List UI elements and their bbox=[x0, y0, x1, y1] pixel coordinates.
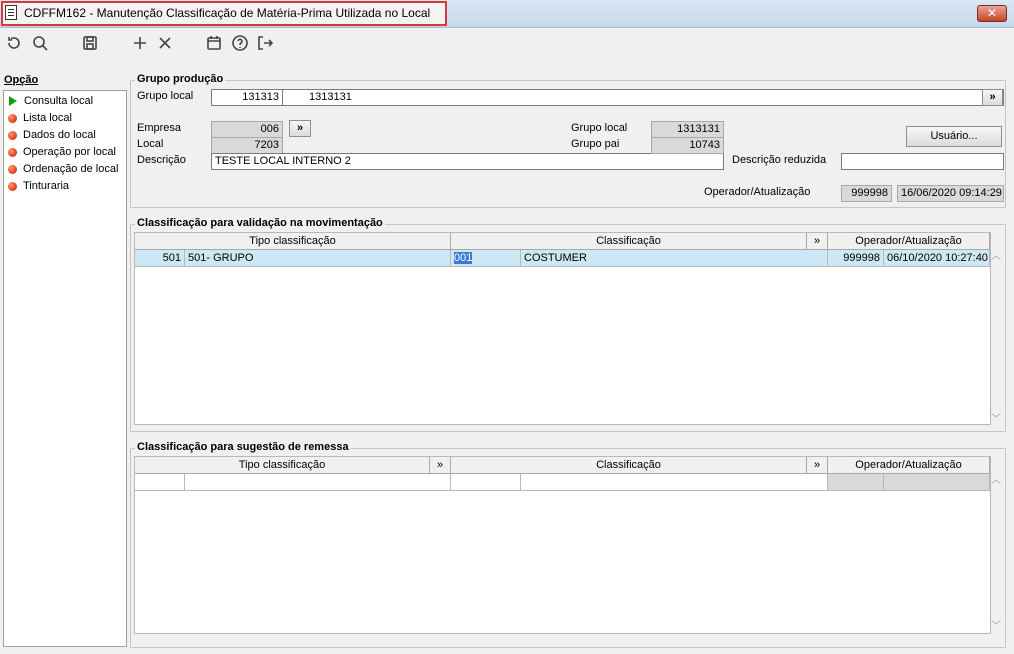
table-row[interactable]: 501 501- GRUPO 001 COSTUMER 999998 06/10… bbox=[135, 250, 990, 267]
class-desc-cell[interactable] bbox=[521, 474, 828, 491]
class-code-cell[interactable] bbox=[451, 474, 521, 491]
sidebar-item-ordenacao-local[interactable]: Ordenação de local bbox=[8, 161, 118, 177]
sidebar-item-label: Dados do local bbox=[23, 129, 96, 141]
descricao-reduzida-field[interactable] bbox=[841, 153, 1004, 170]
local-field: 7203 bbox=[211, 137, 283, 154]
tipo-more-button[interactable]: » bbox=[430, 457, 451, 474]
column-classificacao[interactable]: Classificação bbox=[451, 233, 807, 250]
grupo-pai-label: Grupo pai bbox=[571, 138, 620, 150]
save-icon[interactable] bbox=[79, 32, 101, 54]
sidebar-item-lista-local[interactable]: Lista local bbox=[8, 110, 72, 126]
bullet-icon bbox=[8, 181, 17, 191]
delete-icon[interactable] bbox=[154, 32, 176, 54]
toolbar bbox=[0, 28, 1014, 58]
sidebar-item-label: Ordenação de local bbox=[23, 163, 119, 175]
descricao-reduzida-label: Descrição reduzida bbox=[732, 154, 827, 166]
tipo-code-cell[interactable]: 501 bbox=[135, 250, 185, 267]
column-operador[interactable]: Operador/Atualização bbox=[828, 457, 990, 474]
bullet-icon bbox=[8, 164, 17, 174]
data-cell[interactable]: 06/10/2020 10:27:40 bbox=[884, 250, 990, 267]
data-cell bbox=[884, 474, 990, 491]
operador-cell[interactable]: 999998 bbox=[828, 250, 884, 267]
bullet-icon bbox=[8, 130, 17, 140]
column-tipo-classificacao[interactable]: Tipo classificação bbox=[135, 233, 451, 250]
help-icon[interactable] bbox=[229, 32, 251, 54]
play-icon bbox=[9, 96, 17, 106]
sidebar-item-consulta-local[interactable]: Consulta local bbox=[8, 93, 93, 109]
close-button[interactable]: ✕ bbox=[977, 5, 1007, 22]
exit-icon[interactable] bbox=[254, 32, 276, 54]
class-code-cell[interactable]: 001 bbox=[451, 250, 521, 267]
operador-field: 999998 bbox=[841, 185, 892, 202]
empresa-label: Empresa bbox=[137, 122, 182, 134]
app-icon bbox=[5, 5, 17, 20]
local-label: Local bbox=[137, 138, 164, 150]
usuario-button[interactable]: Usuário... bbox=[906, 126, 1002, 147]
scroll-up-icon[interactable]: ︿ bbox=[991, 247, 1001, 262]
window-title: CDFFM162 - Manutenção Classificação de M… bbox=[24, 6, 431, 20]
operador-label: Operador/Atualização bbox=[704, 186, 811, 198]
sidebar-item-operacao-local[interactable]: Operação por local bbox=[8, 144, 116, 160]
sidebar-item-dados-local[interactable]: Dados do local bbox=[8, 127, 96, 143]
grupo-local-code-field[interactable]: 131313 bbox=[211, 89, 283, 106]
calendar-icon[interactable] bbox=[203, 32, 225, 54]
refresh-icon[interactable] bbox=[3, 32, 25, 54]
grupo-local-label-2: Grupo local bbox=[571, 122, 628, 134]
bullet-icon bbox=[8, 147, 17, 157]
tipo-code-cell[interactable] bbox=[135, 474, 185, 491]
column-operador[interactable]: Operador/Atualização bbox=[828, 233, 990, 250]
grupo-local-description-field[interactable]: 1313131 bbox=[282, 89, 1004, 106]
remessa-grid: Tipo classificação » Classificação » Ope… bbox=[134, 456, 991, 634]
grupo-local-label: Grupo local bbox=[137, 90, 194, 102]
grupo-local-field-2: 1313131 bbox=[651, 121, 724, 138]
grupo-producao-title: Grupo produção bbox=[135, 73, 226, 85]
tipo-desc-cell[interactable] bbox=[185, 474, 451, 491]
column-classificacao[interactable]: Classificação bbox=[451, 457, 807, 474]
descricao-field[interactable]: TESTE LOCAL INTERNO 2 bbox=[211, 153, 724, 170]
sidebar-panel: Consulta local Lista local Dados do loca… bbox=[3, 90, 127, 647]
column-tipo-classificacao[interactable]: Tipo classificação bbox=[135, 457, 430, 474]
bullet-icon bbox=[8, 113, 17, 123]
atualizacao-field: 16/06/2020 09:14:29 bbox=[897, 185, 1004, 202]
empresa-more-button[interactable]: » bbox=[289, 120, 311, 137]
scroll-up-icon[interactable]: ︿ bbox=[991, 471, 1001, 486]
search-icon[interactable] bbox=[29, 32, 51, 54]
grupo-pai-field: 10743 bbox=[651, 137, 724, 154]
operador-cell bbox=[828, 474, 884, 491]
sidebar-item-label: Operação por local bbox=[23, 146, 116, 158]
scroll-down-icon[interactable]: ﹀ bbox=[991, 410, 1001, 425]
remessa-title: Classificação para sugestão de remessa bbox=[135, 441, 351, 453]
tipo-desc-cell[interactable]: 501- GRUPO bbox=[185, 250, 451, 267]
sidebar-item-label: Lista local bbox=[23, 112, 72, 124]
table-row[interactable] bbox=[135, 474, 990, 491]
sidebar-item-tinturaria[interactable]: Tinturaria bbox=[8, 178, 69, 194]
validacao-title: Classificação para validação na moviment… bbox=[135, 217, 385, 229]
sidebar-title: Opção bbox=[4, 74, 39, 86]
class-desc-cell[interactable]: COSTUMER bbox=[521, 250, 828, 267]
sidebar-item-label: Tinturaria bbox=[23, 180, 70, 192]
descricao-label: Descrição bbox=[137, 154, 186, 166]
classificacao-more-button[interactable]: » bbox=[807, 233, 828, 250]
empresa-field: 006 bbox=[211, 121, 283, 138]
add-icon[interactable] bbox=[129, 32, 151, 54]
classificacao-more-button[interactable]: » bbox=[807, 457, 828, 474]
sidebar-item-label: Consulta local bbox=[24, 95, 94, 107]
validacao-grid: Tipo classificação Classificação » Opera… bbox=[134, 232, 991, 425]
selected-text: 001 bbox=[454, 252, 473, 264]
scroll-down-icon[interactable]: ﹀ bbox=[991, 617, 1001, 632]
grupo-local-more-button[interactable]: » bbox=[982, 89, 1003, 106]
